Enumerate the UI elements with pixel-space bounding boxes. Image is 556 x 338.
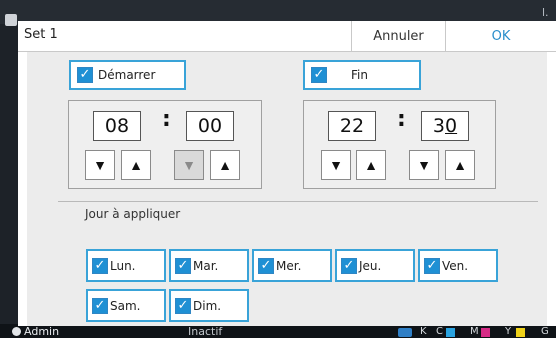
- settings-icon: [5, 14, 17, 26]
- schedule-dialog: Set 1 Annuler OK ✓ Démarrer 08 : 00 ▼ ▲ …: [18, 21, 556, 326]
- ink-label-c: C: [436, 326, 443, 337]
- day-checkbox-ven[interactable]: ✓ Ven.: [418, 249, 498, 282]
- screen: l. Admin Inactif K C M Y G Set 1 Annuler…: [0, 0, 556, 338]
- end-minute-digit: 3: [432, 115, 445, 137]
- checkbox-checked-icon: ✓: [77, 67, 93, 83]
- ok-button[interactable]: OK: [445, 21, 556, 51]
- day-checkbox-lun[interactable]: ✓ Lun.: [86, 249, 166, 282]
- day-label: Ven.: [442, 258, 469, 273]
- day-label: Lun.: [110, 258, 136, 273]
- checkbox-checked-icon: ✓: [175, 297, 191, 314]
- ink-level-c: [446, 328, 455, 337]
- ink-level-y: [516, 328, 525, 337]
- end-hour-up-button[interactable]: ▲: [356, 150, 386, 180]
- background-corner-text: l.: [542, 6, 549, 19]
- start-checkbox[interactable]: ✓ Démarrer: [69, 60, 186, 90]
- checkbox-checked-icon: ✓: [92, 297, 108, 314]
- checkbox-checked-icon: ✓: [424, 257, 440, 274]
- ink-label-k: K: [420, 326, 427, 337]
- start-label: Démarrer: [98, 68, 156, 82]
- day-checkbox-dim[interactable]: ✓ Dim.: [169, 289, 249, 322]
- divider: [58, 201, 538, 202]
- dialog-title: Set 1: [24, 27, 58, 42]
- day-checkbox-mar[interactable]: ✓ Mar.: [169, 249, 249, 282]
- end-label: Fin: [351, 68, 368, 82]
- end-minute-field[interactable]: 30: [421, 111, 469, 141]
- checkbox-checked-icon: ✓: [175, 257, 191, 274]
- ink-label-m: M: [470, 326, 479, 337]
- day-checkbox-jeu[interactable]: ✓ Jeu.: [335, 249, 415, 282]
- time-separator: :: [397, 107, 406, 132]
- dialog-body: ✓ Démarrer 08 : 00 ▼ ▲ ▼ ▲ ✓ Fin 22 : 30: [27, 52, 547, 326]
- cancel-button[interactable]: Annuler: [351, 21, 445, 51]
- day-label: Jeu.: [359, 258, 382, 273]
- start-hour-field[interactable]: 08: [93, 111, 141, 141]
- start-minute-up-button[interactable]: ▲: [210, 150, 240, 180]
- end-minute-cursor-digit: 0: [445, 115, 458, 137]
- days-label: Jour à appliquer: [85, 207, 181, 221]
- end-time-panel: 22 : 30 ▼ ▲ ▼ ▲: [303, 100, 496, 189]
- ink-label-g: G: [541, 326, 549, 337]
- start-minute-field[interactable]: 00: [186, 111, 234, 141]
- start-hour-up-button[interactable]: ▲: [121, 150, 151, 180]
- ink-level-m: [481, 328, 490, 337]
- start-hour-down-button[interactable]: ▼: [85, 150, 115, 180]
- user-icon: [12, 327, 21, 336]
- checkbox-checked-icon: ✓: [311, 67, 327, 83]
- day-label: Mar.: [193, 258, 219, 273]
- end-minute-down-button[interactable]: ▼: [409, 150, 439, 180]
- checkbox-checked-icon: ✓: [92, 257, 108, 274]
- day-checkbox-sam[interactable]: ✓ Sam.: [86, 289, 166, 322]
- end-hour-down-button[interactable]: ▼: [321, 150, 351, 180]
- end-minute-up-button[interactable]: ▲: [445, 150, 475, 180]
- status-user: Admin: [24, 325, 60, 338]
- day-checkbox-mer[interactable]: ✓ Mer.: [252, 249, 332, 282]
- ink-cartridge-icon: [398, 328, 412, 337]
- start-minute-down-button[interactable]: ▼: [174, 150, 204, 180]
- day-label: Mer.: [276, 258, 302, 273]
- day-label: Sam.: [110, 298, 141, 313]
- checkbox-checked-icon: ✓: [341, 257, 357, 274]
- checkbox-checked-icon: ✓: [258, 257, 274, 274]
- ink-label-y: Y: [505, 326, 512, 337]
- day-label: Dim.: [193, 298, 222, 313]
- end-hour-field[interactable]: 22: [328, 111, 376, 141]
- status-state: Inactif: [188, 325, 223, 338]
- dialog-header: Set 1 Annuler OK: [18, 21, 556, 52]
- start-time-panel: 08 : 00 ▼ ▲ ▼ ▲: [68, 100, 262, 189]
- end-checkbox[interactable]: ✓ Fin: [303, 60, 421, 90]
- time-separator: :: [162, 107, 171, 132]
